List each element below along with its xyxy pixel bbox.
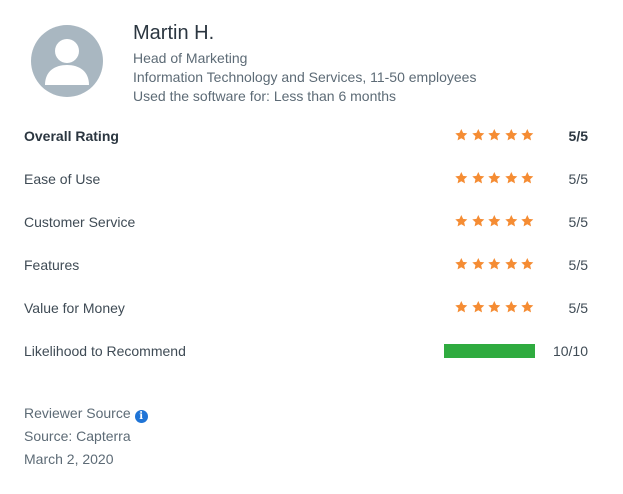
star-icon [521, 215, 534, 227]
reviewer-info: Martin H. Head of Marketing Information … [133, 21, 476, 106]
reviewer-company: Information Technology and Services, 11-… [133, 69, 477, 85]
recommend-bar [444, 344, 535, 358]
star-icon [488, 301, 501, 313]
user-silhouette-icon [45, 39, 89, 85]
rating-label: Overall Rating [24, 128, 119, 144]
star-icon [471, 258, 484, 270]
star-icon [471, 215, 484, 227]
info-icon[interactable]: i [134, 410, 148, 423]
rating-label: Features [24, 257, 80, 273]
rating-row-features: Features 5/5 [24, 245, 590, 288]
star-icon [521, 172, 534, 184]
reviewer-name: Martin H. [133, 22, 215, 44]
recommend-bar-fill [444, 344, 535, 358]
star-icon [488, 129, 501, 141]
reviewer-title: Head of Marketing [133, 50, 248, 66]
star-rating [454, 214, 535, 228]
rating-score: 5/5 [568, 214, 588, 230]
rating-score: 5/5 [568, 171, 588, 187]
star-icon [505, 172, 518, 184]
avatar [31, 25, 103, 97]
star-icon [455, 172, 468, 184]
star-icon [471, 129, 484, 141]
star-icon [455, 215, 468, 227]
rating-score: 5/5 [568, 257, 588, 273]
rating-score: 5/5 [568, 300, 588, 316]
star-icon [471, 172, 484, 184]
star-rating [454, 300, 535, 314]
rating-label: Value for Money [24, 300, 125, 316]
star-icon [488, 258, 501, 270]
star-icon [455, 258, 468, 270]
reviewer-source-block: Reviewer Source i Source: Capterra March … [24, 402, 148, 471]
rating-label: Ease of Use [24, 171, 101, 187]
review-date: March 2, 2020 [24, 451, 114, 467]
reviewer-usage: Used the software for: Less than 6 month… [133, 88, 397, 104]
star-icon [455, 301, 468, 313]
rating-row-ease-of-use: Ease of Use 5/5 [24, 159, 590, 202]
star-icon [521, 258, 534, 270]
reviewer-source-label: Reviewer Source [24, 405, 131, 421]
star-icon [505, 129, 518, 141]
star-icon [471, 301, 484, 313]
star-rating [454, 171, 535, 185]
star-rating [454, 257, 535, 271]
star-icon [488, 215, 501, 227]
ratings-list: Overall Rating 5/5 Ease of Use 5/5 Custo… [24, 116, 590, 374]
source-name: Source: Capterra [24, 428, 131, 444]
recommend-score: 10/10 [552, 343, 588, 359]
star-icon [521, 301, 534, 313]
star-icon [488, 172, 501, 184]
star-icon [521, 129, 534, 141]
star-icon [455, 129, 468, 141]
rating-label: Customer Service [24, 214, 136, 230]
star-icon [505, 301, 518, 313]
rating-score: 5/5 [568, 128, 588, 144]
star-rating [454, 128, 535, 142]
recommend-label: Likelihood to Recommend [24, 343, 186, 359]
star-icon [505, 258, 518, 270]
star-icon [505, 215, 518, 227]
rating-row-overall: Overall Rating 5/5 [24, 116, 590, 159]
rating-row-recommend: Likelihood to Recommend 10/10 [24, 331, 590, 374]
reviewer-source-heading: Reviewer Source i [24, 402, 148, 425]
rating-row-customer-service: Customer Service 5/5 [24, 202, 590, 245]
rating-row-value-for-money: Value for Money 5/5 [24, 288, 590, 331]
